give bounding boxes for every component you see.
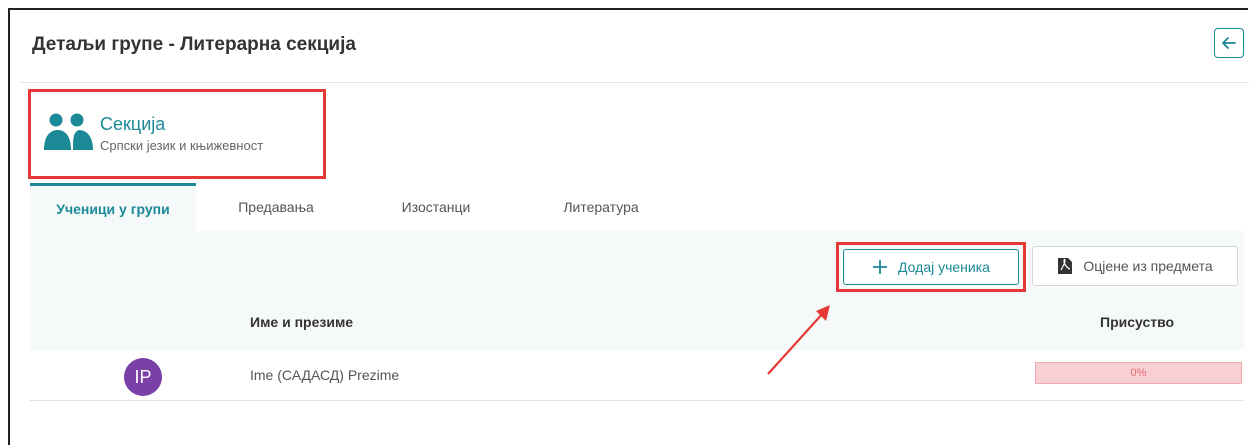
group-users-icon bbox=[44, 113, 93, 150]
tab-students[interactable]: Ученици у групи bbox=[30, 183, 196, 231]
tab-literature[interactable]: Литература bbox=[526, 183, 676, 231]
annotation-arrow-icon bbox=[767, 305, 830, 375]
tab-absences[interactable]: Изостанци bbox=[366, 183, 506, 231]
plus-icon bbox=[873, 260, 888, 274]
add-student-button[interactable]: Додај ученика bbox=[843, 249, 1019, 285]
avatar: IP bbox=[124, 358, 162, 396]
table-row[interactable]: IP Ime (САДАСД) Prezime 0% bbox=[30, 350, 1244, 400]
section-subject: Српски језик и књижевност bbox=[100, 138, 264, 153]
pdf-icon bbox=[1058, 258, 1073, 274]
student-name[interactable]: Ime (САДАСД) Prezime bbox=[250, 367, 399, 383]
page-header: Детаљи групе - Литерарна секција bbox=[20, 10, 1249, 83]
tab-lectures[interactable]: Предавања bbox=[206, 183, 346, 231]
grades-label: Оцјене из предмета bbox=[1083, 258, 1213, 274]
add-student-label: Додај ученика bbox=[898, 259, 990, 275]
column-header-attendance: Присуство bbox=[1100, 314, 1175, 330]
add-student-highlight: Додај ученика bbox=[836, 242, 1026, 292]
page-title: Детаљи групе - Литерарна секција bbox=[32, 34, 356, 55]
section-card: Секција Српски језик и књижевност bbox=[28, 89, 326, 179]
column-header-name: Име и презиме bbox=[250, 314, 354, 330]
section-name: Секција bbox=[100, 114, 166, 134]
attendance-bar: 0% bbox=[1035, 362, 1242, 384]
back-button[interactable] bbox=[1214, 28, 1244, 58]
arrow-left-icon bbox=[1222, 37, 1236, 49]
grades-pdf-button[interactable]: Оцјене из предмета bbox=[1032, 246, 1238, 286]
